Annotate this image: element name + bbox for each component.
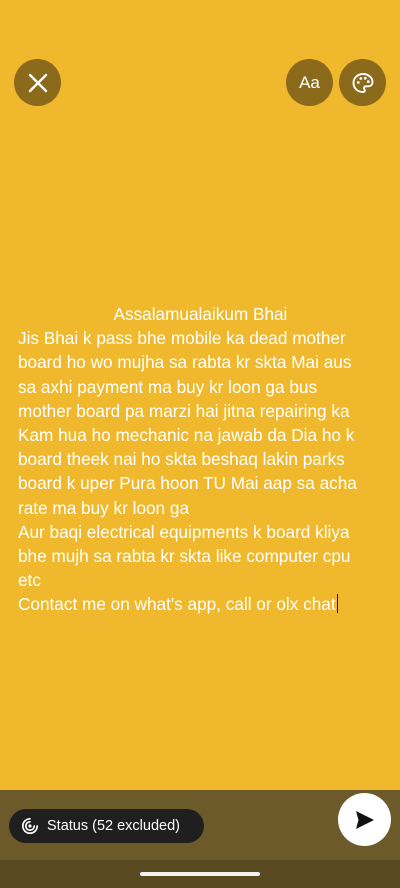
navigation-bar — [0, 860, 400, 888]
font-style-label: Aa — [299, 72, 320, 92]
background-color-button[interactable] — [339, 59, 386, 106]
close-button[interactable] — [14, 59, 61, 106]
home-gesture-handle[interactable] — [140, 872, 260, 876]
palette-icon — [352, 72, 373, 93]
close-icon — [28, 73, 47, 92]
font-style-button[interactable]: Aa — [286, 59, 333, 106]
status-privacy-icon — [21, 817, 39, 835]
status-text-content: Assalamualaikum Bhai Jis Bhai k pass bhe… — [18, 304, 357, 615]
status-text-input[interactable]: Assalamualaikum Bhai Jis Bhai k pass bhe… — [18, 302, 363, 617]
status-audience-button[interactable]: Status (52 excluded) — [9, 809, 204, 843]
send-button[interactable] — [338, 793, 391, 846]
status-audience-label: Status (52 excluded) — [47, 818, 180, 834]
send-icon — [355, 810, 374, 829]
text-cursor — [336, 594, 338, 614]
bottom-bar: Status (52 excluded) — [0, 790, 400, 860]
